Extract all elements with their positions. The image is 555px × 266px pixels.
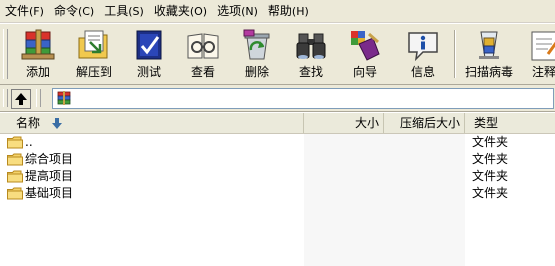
file-list: 名称 大小 压缩后大小 类型 .. 文件夹 综合项目 文件夹 提高项目 文件夹 … xyxy=(0,113,555,266)
list-item[interactable]: 基础项目 文件夹 xyxy=(0,185,555,202)
column-header-name[interactable]: 名称 xyxy=(0,113,304,133)
sort-down-icon xyxy=(52,118,62,129)
menu-help[interactable]: 帮助(H) xyxy=(263,1,314,21)
address-bar-grip[interactable] xyxy=(3,89,8,107)
comment-button[interactable]: 注释 xyxy=(524,26,555,82)
column-header-type[interactable]: 类型 xyxy=(465,113,555,133)
comment-icon xyxy=(531,31,555,61)
info-button[interactable]: 信息 xyxy=(400,26,446,82)
list-item[interactable]: 提高项目 文件夹 xyxy=(0,168,555,185)
wizard-icon xyxy=(351,31,380,61)
file-list-header: 名称 大小 压缩后大小 类型 xyxy=(0,113,555,134)
winrar-archive-icon xyxy=(57,91,71,105)
column-header-size[interactable]: 大小 xyxy=(304,113,384,133)
menu-tools[interactable]: 工具(S) xyxy=(99,1,149,21)
delete-recycle-icon xyxy=(243,29,270,60)
address-bar xyxy=(0,85,555,112)
test-button[interactable]: 测试 xyxy=(126,26,172,82)
find-binoculars-icon xyxy=(296,33,326,59)
list-item[interactable]: 综合项目 文件夹 xyxy=(0,151,555,168)
find-button[interactable]: 查找 xyxy=(288,26,334,82)
wizard-button[interactable]: 向导 xyxy=(342,26,388,82)
menu-bar: 文件(F) 命令(C) 工具(S) 收藏夹(O) 选项(N) 帮助(H) xyxy=(0,0,555,23)
add-archive-icon xyxy=(21,29,55,60)
toolbar-grip[interactable] xyxy=(3,29,8,79)
virus-scan-button[interactable]: 扫描病毒 xyxy=(460,26,518,82)
file-rows: .. 文件夹 综合项目 文件夹 提高项目 文件夹 基础项目 文件夹 xyxy=(0,134,555,202)
folder-icon xyxy=(7,187,23,200)
delete-button[interactable]: 删除 xyxy=(234,26,280,82)
folder-icon xyxy=(7,153,23,166)
extract-to-button[interactable]: 解压到 xyxy=(68,26,120,82)
list-item[interactable]: .. 文件夹 xyxy=(0,134,555,151)
folder-icon xyxy=(7,170,23,183)
toolbar: 添加 解压到 测试 查看 删除 查找 向导 信息 扫描病毒 注释 xyxy=(0,23,555,85)
view-button[interactable]: 查看 xyxy=(180,26,226,82)
folder-icon xyxy=(7,136,23,149)
extract-folder-icon xyxy=(78,30,108,59)
column-header-packed-size[interactable]: 压缩后大小 xyxy=(384,113,465,133)
path-field[interactable] xyxy=(52,88,554,109)
path-grip xyxy=(36,89,41,107)
virus-scan-icon xyxy=(479,31,499,59)
menu-commands[interactable]: 命令(C) xyxy=(49,1,99,21)
info-icon xyxy=(408,32,438,62)
toolbar-separator xyxy=(454,30,456,78)
add-button[interactable]: 添加 xyxy=(14,26,62,82)
view-book-icon xyxy=(187,33,219,59)
menu-favorites[interactable]: 收藏夹(O) xyxy=(149,1,212,21)
menu-options[interactable]: 选项(N) xyxy=(212,1,263,21)
up-one-level-button[interactable] xyxy=(11,89,31,109)
menu-file[interactable]: 文件(F) xyxy=(0,1,49,21)
test-icon xyxy=(136,30,162,60)
up-arrow-icon xyxy=(15,93,27,105)
